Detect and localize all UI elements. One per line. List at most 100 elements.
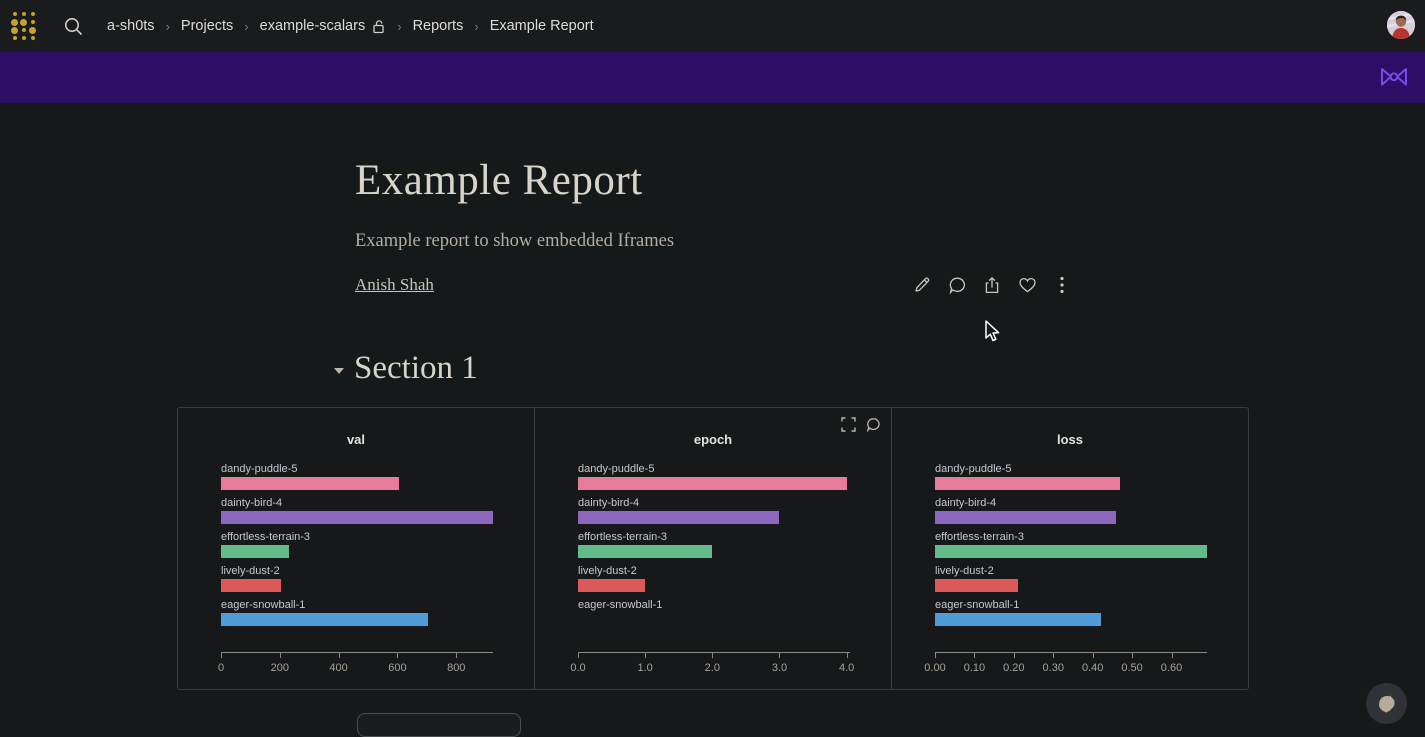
promo-banner [0,52,1425,103]
run-label: dandy-puddle-5 [221,463,493,476]
run-label: dainty-bird-4 [935,497,1207,510]
comment-icon[interactable] [947,274,967,296]
breadcrumb-separator: › [244,19,248,34]
chart-x-axis: 0200400600800 [221,652,493,653]
wandb-logo-icon[interactable] [10,10,37,42]
report-actions [912,274,1072,296]
breadcrumb-report[interactable]: Example Report [490,18,594,34]
breadcrumb-reports[interactable]: Reports [413,18,464,34]
chart-plot-area: dandy-puddle-5dainty-bird-4effortless-te… [935,463,1207,633]
logo-dot [13,12,17,16]
run-bar[interactable] [221,579,281,592]
bar-track [578,511,850,524]
add-panel-button[interactable] [357,713,521,737]
run-bar[interactable] [221,545,289,558]
axis-tick [339,653,340,658]
run-bar[interactable] [578,579,645,592]
bar-track [578,613,850,626]
run-label: dandy-puddle-5 [935,463,1207,476]
run-bar[interactable] [935,579,1018,592]
chart-bar-row: dandy-puddle-5 [935,463,1207,497]
run-label: eager-snowball-1 [221,599,493,612]
chart-bar-row: dandy-puddle-5 [578,463,850,497]
search-icon[interactable] [61,14,85,38]
axis-tick-label: 0.00 [924,662,945,674]
run-bar[interactable] [221,613,428,626]
axis-tick-label: 0.30 [1043,662,1064,674]
axis-tick-label: 0 [218,662,224,674]
share-icon[interactable] [982,274,1002,296]
heart-icon[interactable] [1017,274,1037,296]
run-bar[interactable] [935,477,1120,490]
kebab-menu-icon[interactable] [1052,274,1072,296]
panel-grid: val dandy-puddle-5dainty-bird-4effortles… [177,407,1249,690]
logo-dot [31,36,35,40]
run-bar[interactable] [578,477,847,490]
breadcrumb-entity[interactable]: a-sh0ts [107,18,155,34]
axis-tick [974,653,975,658]
comment-bubble-icon[interactable] [865,416,881,432]
run-bar[interactable] [935,545,1207,558]
axis-tick-label: 0.20 [1003,662,1024,674]
axis-tick-label: 200 [271,662,289,674]
chart-bar-row: effortless-terrain-3 [221,531,493,565]
chart-bar-row: dainty-bird-4 [221,497,493,531]
run-bar[interactable] [935,613,1101,626]
breadcrumb-separator: › [166,19,170,34]
run-bar[interactable] [221,511,493,524]
report-author-link[interactable]: Anish Shah [355,275,434,295]
user-avatar[interactable] [1387,11,1415,39]
run-bar[interactable] [578,511,779,524]
report-subtitle: Example report to show embedded Iframes [355,231,674,252]
breadcrumb-projects[interactable]: Projects [181,18,233,34]
run-bar[interactable] [935,511,1116,524]
axis-tick [935,653,936,658]
run-label: dainty-bird-4 [578,497,850,510]
bar-track [221,511,493,524]
bar-track [221,579,493,592]
axis-tick [221,653,222,658]
chart-title: val [178,432,534,447]
axis-tick [1132,653,1133,658]
bar-track [578,545,850,558]
bowtie-icon[interactable] [1379,63,1409,91]
logo-dot [31,12,35,16]
chat-bubble-icon[interactable] [1366,683,1407,724]
axis-tick [847,653,848,658]
bar-track [578,579,850,592]
axis-tick [1053,653,1054,658]
chart-bar-row: dainty-bird-4 [935,497,1207,531]
run-label: effortless-terrain-3 [221,531,493,544]
chart-bar-row: eager-snowball-1 [221,599,493,633]
bar-track [935,477,1207,490]
triangle-down-icon[interactable] [334,368,344,374]
logo-dot [22,28,26,32]
axis-tick-label: 2.0 [705,662,720,674]
breadcrumb-project[interactable]: example-scalars [260,18,366,34]
axis-tick-label: 0.40 [1082,662,1103,674]
bar-track [935,545,1207,558]
run-label: dandy-puddle-5 [578,463,850,476]
section-title: Section 1 [354,350,478,387]
chart-bar-row: eager-snowball-1 [935,599,1207,633]
logo-dot [29,27,36,34]
bar-track [578,477,850,490]
run-bar[interactable] [578,545,712,558]
logo-dot [13,36,17,40]
run-label: lively-dust-2 [221,565,493,578]
fullscreen-icon[interactable] [840,416,856,432]
axis-tick [578,653,579,658]
edit-pencil-icon[interactable] [912,274,932,296]
chart-panel-epoch: epoch dandy-puddle-5dainty-bird-4effortl… [534,408,891,689]
chart-plot-area: dandy-puddle-5 dainty-bird-4 effortless-te… [578,463,850,633]
chart-plot-area: dandy-puddle-5 dainty-bird-4effortless-te… [221,463,493,633]
breadcrumb-separator: › [397,19,401,34]
chart-x-axis: 0.01.02.03.04.0 [578,652,850,653]
axis-tick-label: 1.0 [638,662,653,674]
bar-track [935,613,1207,626]
run-label: effortless-terrain-3 [578,531,850,544]
run-bar[interactable] [221,477,399,490]
panel-actions [840,416,881,432]
axis-tick-label: 0.10 [964,662,985,674]
bar-track [935,511,1207,524]
